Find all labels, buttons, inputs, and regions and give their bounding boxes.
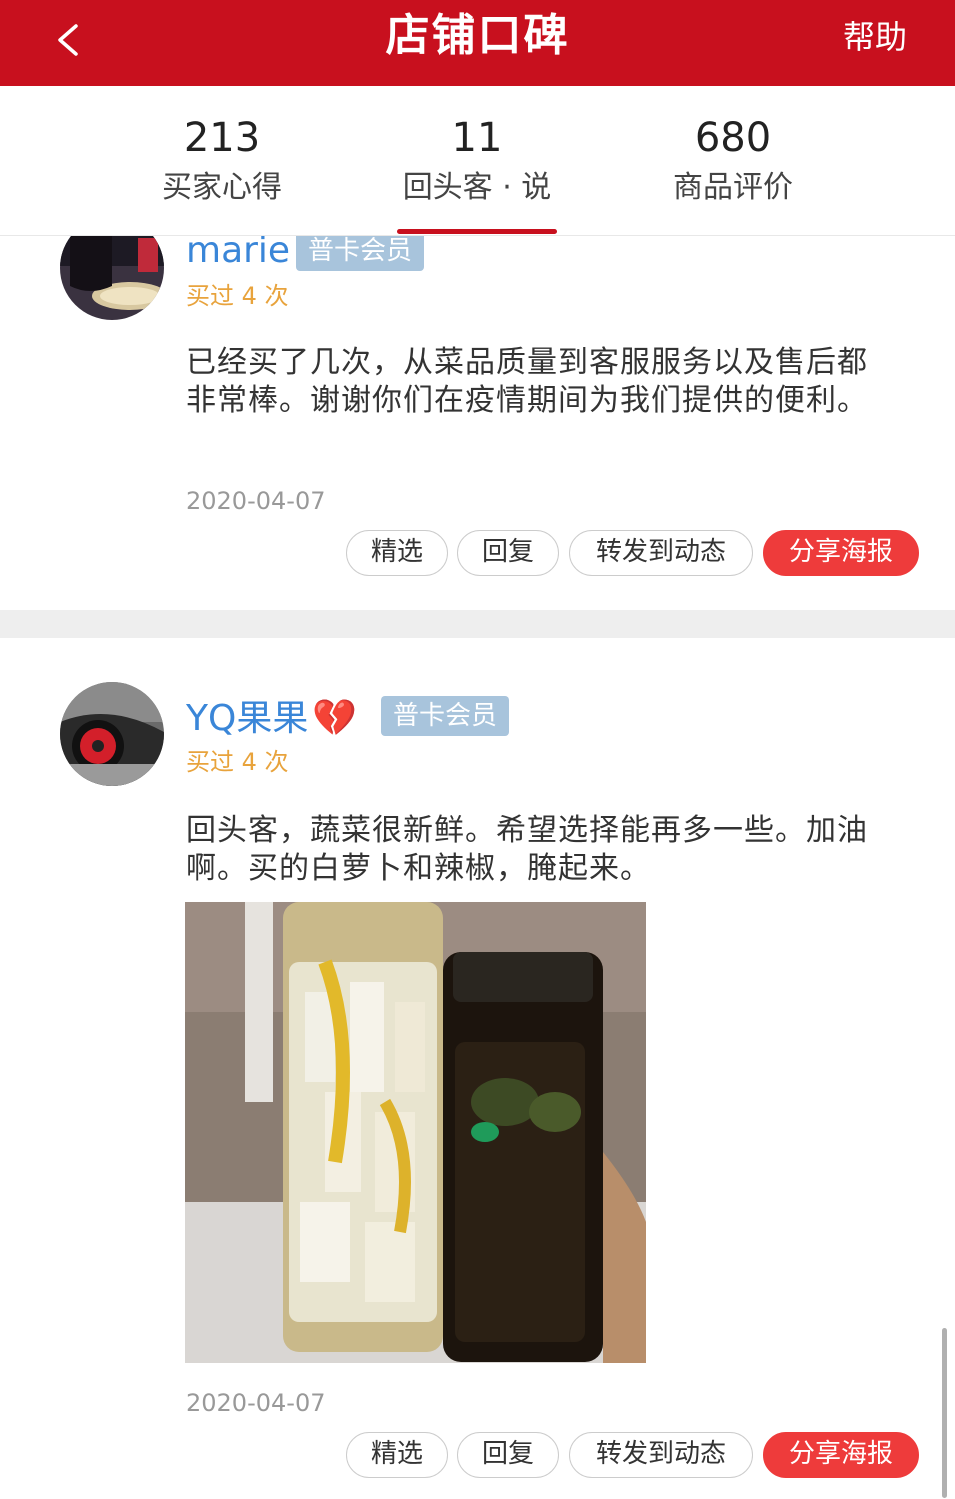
share-poster-button[interactable]: 分享海报	[763, 1432, 919, 1478]
purchase-count: 买过 4 次	[186, 282, 289, 310]
member-badge: 普卡会员	[381, 696, 510, 736]
repost-button[interactable]: 转发到动态	[569, 1432, 753, 1478]
scrollbar[interactable]	[942, 1328, 947, 1498]
tab-label: 回头客 · 说	[402, 170, 552, 205]
tab-buyer-experience[interactable]: 213 买家心得	[92, 110, 352, 210]
review-card: YQ果果 💔 普卡会员 买过 4 次 回头客，蔬菜很新鲜。希望选择能再多一些。加油…	[0, 640, 955, 1499]
tab-product-reviews[interactable]: 680 商品评价	[603, 110, 863, 210]
review-photo[interactable]	[185, 902, 646, 1363]
feature-button[interactable]: 精选	[346, 1432, 448, 1478]
stats-tabs: 213 买家心得 11 回头客 · 说 680 商品评价	[0, 86, 955, 236]
review-date: 2020-04-07	[186, 1389, 326, 1417]
reviewer-name-text: YQ果果	[186, 698, 309, 739]
help-button[interactable]: 帮助	[843, 12, 907, 62]
repost-button[interactable]: 转发到动态	[569, 530, 753, 576]
review-text: 已经买了几次，从菜品质量到客服服务以及售后都非常棒。谢谢你们在疫情期间为我们提供…	[186, 345, 868, 418]
broken-heart-icon: 💔	[312, 698, 358, 739]
avatar[interactable]	[60, 682, 164, 786]
review-date: 2020-04-07	[186, 487, 326, 515]
tab-count: 11	[451, 115, 503, 161]
reviewer-name[interactable]: YQ果果 💔	[186, 694, 357, 744]
section-divider	[0, 610, 955, 638]
tab-label: 买家心得	[162, 170, 282, 205]
review-card: marie 普卡会员 买过 4 次 已经买了几次，从菜品质量到客服服务以及售后都…	[0, 200, 955, 610]
reply-button[interactable]: 回复	[457, 1432, 559, 1478]
tab-repeat-customer[interactable]: 11 回头客 · 说	[347, 110, 607, 210]
top-bar: 店铺口碑 帮助	[0, 0, 955, 86]
tab-label: 商品评价	[673, 170, 793, 205]
page-title: 店铺口碑	[385, 10, 570, 61]
active-tab-indicator	[397, 229, 557, 234]
member-badge: 普卡会员	[296, 231, 425, 271]
share-poster-button[interactable]: 分享海报	[763, 530, 919, 576]
reply-button[interactable]: 回复	[457, 530, 559, 576]
tab-count: 680	[694, 115, 772, 161]
feature-button[interactable]: 精选	[346, 530, 448, 576]
review-text: 回头客，蔬菜很新鲜。希望选择能再多一些。加油啊。买的白萝卜和辣椒，腌起来。	[186, 813, 868, 886]
tab-count: 213	[183, 115, 261, 161]
purchase-count: 买过 4 次	[186, 748, 289, 776]
